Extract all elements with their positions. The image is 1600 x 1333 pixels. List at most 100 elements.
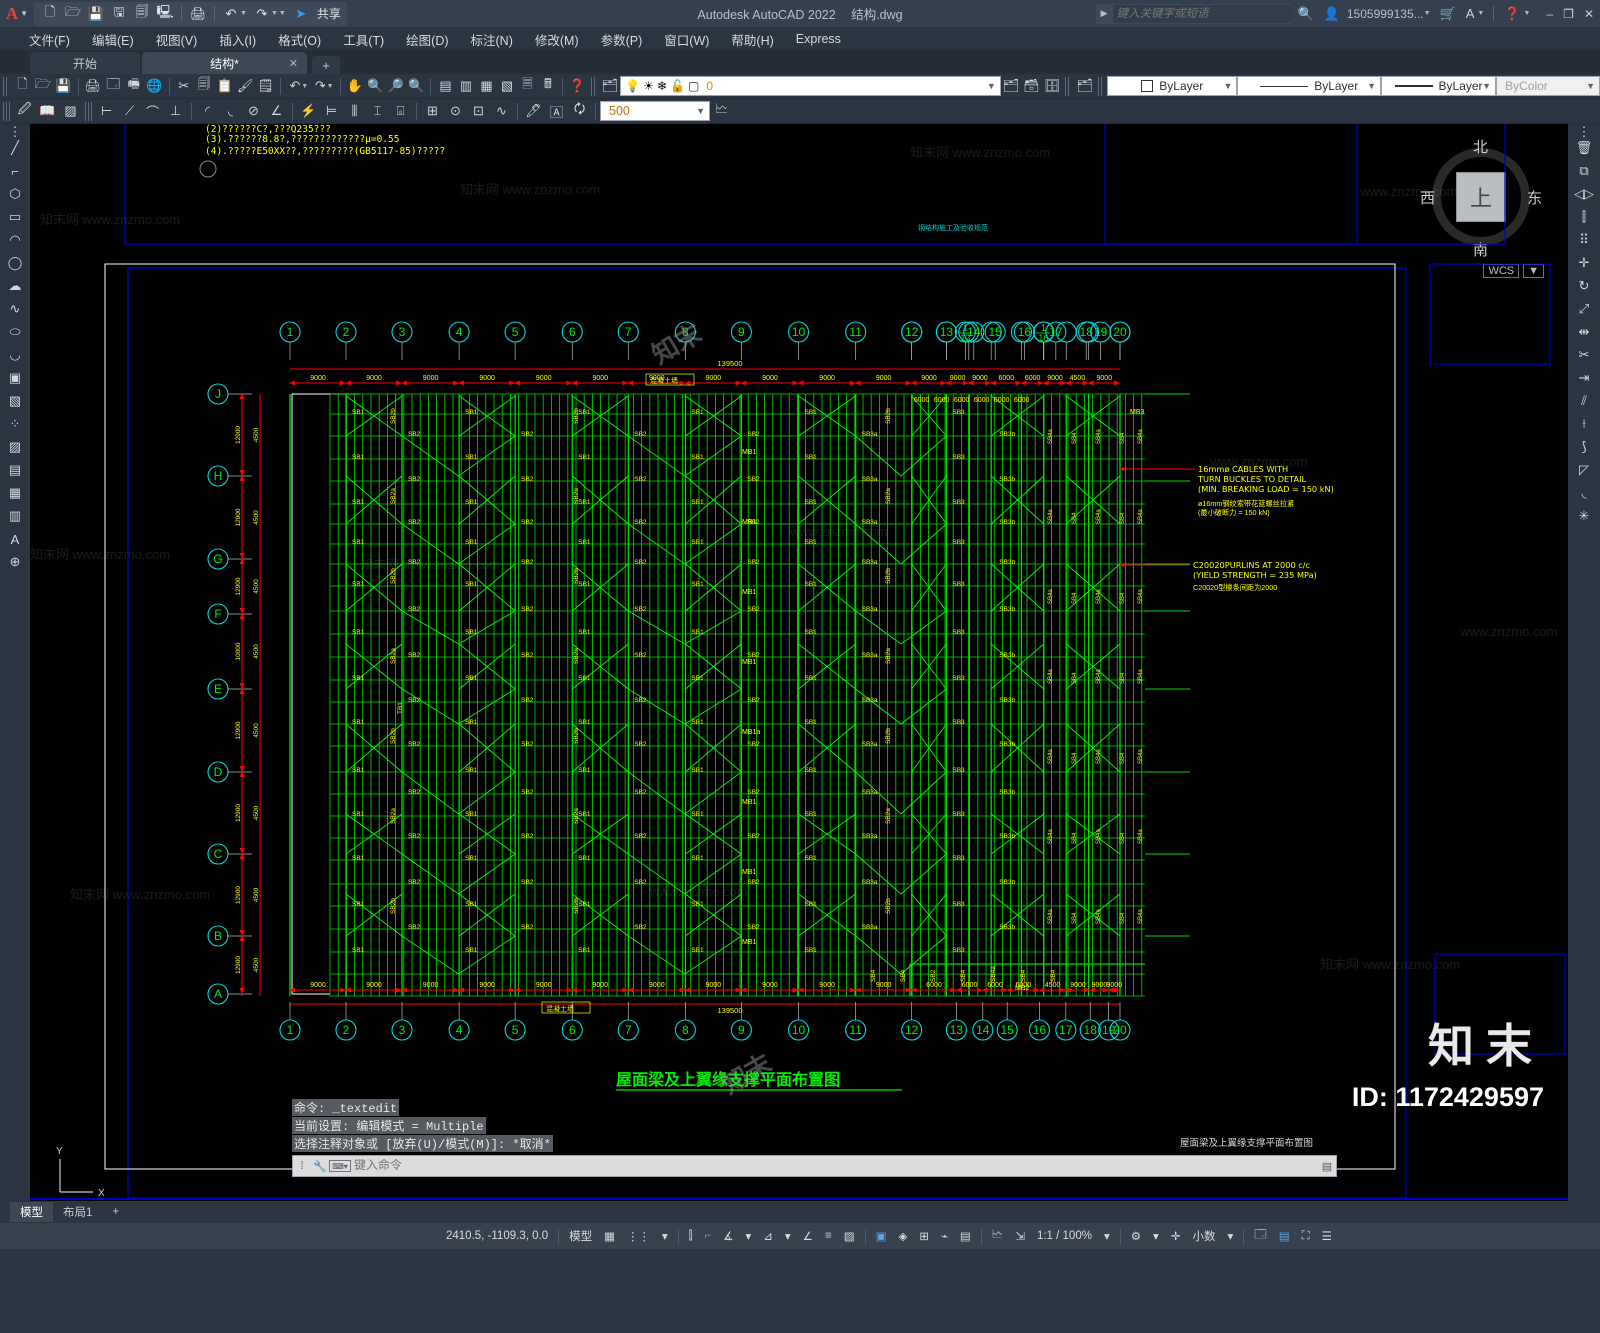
menu-help[interactable]: 帮助(H) [720, 30, 784, 49]
gradient-icon[interactable]: ▤ [3, 459, 27, 481]
chevron-down-icon[interactable]: ▾ [1147, 1229, 1165, 1243]
markup-icon[interactable]: 🗏 [517, 75, 537, 97]
polyline-icon[interactable]: ⌐ [3, 160, 27, 182]
layer-color-swatch[interactable]: ▢ [688, 79, 699, 93]
snap-icon[interactable]: ⋮⋮ [621, 1229, 656, 1243]
continue-dimension-icon[interactable]: ⫼ [343, 100, 366, 122]
ellipse-arc-icon[interactable]: ◡ [3, 344, 27, 366]
menu-modify[interactable]: 修改(M) [524, 30, 590, 49]
layout1-tab[interactable]: 布局1 [53, 1202, 102, 1222]
chamfer-icon[interactable]: ◸ [1572, 459, 1596, 481]
account-name[interactable]: 1505999135... [1347, 7, 1424, 21]
close-icon[interactable]: ✕ [289, 57, 298, 70]
minimize-button[interactable]: ‒ [1546, 7, 1553, 21]
transparency-icon[interactable]: ▨ [838, 1229, 861, 1243]
arc-length-dimension-icon[interactable]: ⌒ [141, 100, 164, 122]
infer-constraints-icon[interactable]: ⫿ [683, 1230, 699, 1243]
copy-object-icon[interactable]: ⧉ [1572, 160, 1596, 182]
menu-file[interactable]: 文件(F) [18, 30, 81, 49]
model-tab[interactable]: 模型 [10, 1202, 53, 1222]
toolbar-grip[interactable] [3, 101, 10, 121]
chevron-down-icon[interactable]: ▼ [1424, 10, 1431, 17]
chevron-down-icon[interactable]: ▾ [656, 1229, 674, 1243]
baseline-dimension-icon[interactable]: ⊨ [320, 100, 343, 122]
new-file-icon[interactable]: 🗋 [12, 75, 32, 97]
clean-screen-icon[interactable]: ⛶ [1296, 1230, 1316, 1243]
grid-icon[interactable]: ▦ [598, 1229, 621, 1243]
command-input[interactable] [354, 1159, 1318, 1173]
plot-icon[interactable]: 🖨 [188, 4, 208, 24]
move-icon[interactable]: ✛ [1572, 252, 1596, 274]
otrack-icon[interactable]: ∠ [797, 1229, 819, 1243]
diameter-dimension-icon[interactable]: ⊘ [242, 100, 265, 122]
selection-cycling-icon[interactable]: ▣ [870, 1229, 893, 1243]
chevron-down-icon[interactable]: ▾ [1098, 1229, 1116, 1243]
ortho-icon[interactable]: ⌐ [698, 1230, 717, 1242]
hatch-icon[interactable]: ▨ [3, 436, 27, 458]
lineweight-control[interactable]: ByLayer ▼ [1381, 76, 1497, 96]
make-object-layer-current-icon[interactable]: 🗂 [1074, 75, 1094, 97]
calculator-icon[interactable]: 🖩 [538, 75, 558, 97]
hatch-edit-icon[interactable]: ▨ [59, 100, 82, 122]
chevron-down-icon[interactable]: ▼ [1482, 81, 1491, 91]
autocad-logo-icon[interactable]: A ▼ [0, 4, 34, 24]
command-prompt-icon[interactable]: ⌨▾ [329, 1160, 351, 1172]
menu-parametric[interactable]: 参数(P) [590, 30, 654, 49]
layer-thaw-icon[interactable]: ☀ [643, 79, 654, 93]
search-icon[interactable]: 🔍 [1295, 6, 1317, 22]
dimension-text-edit-icon[interactable]: 🄰 [545, 100, 568, 122]
menu-insert[interactable]: 插入(I) [208, 30, 267, 49]
zoom-window-icon[interactable]: 🔎 [385, 75, 405, 97]
plot-icon[interactable]: 🖨 [83, 75, 103, 97]
break-at-point-icon[interactable]: ⫽ [1572, 390, 1596, 412]
aligned-dimension-icon[interactable]: ⟋ [118, 100, 141, 122]
user-account-icon[interactable]: 👤 [1321, 6, 1343, 22]
chevron-down-icon[interactable]: ▼ [1223, 81, 1232, 91]
publish-icon[interactable]: 🖷 [124, 75, 144, 97]
color-control[interactable]: ByLayer ▼ [1107, 76, 1238, 96]
redo-icon[interactable]: ↷ [252, 4, 272, 24]
save-icon[interactable]: 💾 [86, 4, 106, 24]
tab-start[interactable]: 开始 [30, 52, 140, 74]
menu-tools[interactable]: 工具(T) [332, 30, 395, 49]
sheet-set-icon[interactable]: ▧ [497, 75, 517, 97]
workspace-icon[interactable]: ⚙ [1125, 1229, 1147, 1243]
undo-icon[interactable]: ↶ [221, 4, 241, 24]
3d-osnap-icon[interactable]: ◈ [892, 1229, 913, 1243]
stretch-icon[interactable]: ⇹ [1572, 321, 1596, 343]
scale-icon[interactable]: ⤢ [1572, 298, 1596, 320]
layer-properties-icon[interactable]: 🗂 [600, 75, 620, 97]
polygon-icon[interactable]: ⬡ [3, 183, 27, 205]
inspection-icon[interactable]: ⊡ [467, 100, 490, 122]
help-search[interactable]: ▶ [1095, 3, 1291, 24]
hardware-acceleration-icon[interactable]: ▤ [1273, 1229, 1296, 1243]
edit-text-icon[interactable]: 🖉 [13, 100, 36, 122]
dynamic-input-icon[interactable]: ⌁ [935, 1229, 954, 1243]
tool-palettes-icon[interactable]: ▦ [476, 75, 496, 97]
properties-palette-icon[interactable]: ▤ [435, 75, 455, 97]
layer-control[interactable]: 💡 ☀ ❄ 🔓 ▢ 0 ▼ [620, 76, 1001, 96]
tab-structure[interactable]: 结构* ✕ [142, 52, 307, 74]
make-block-icon[interactable]: ▧ [3, 390, 27, 412]
zoom-previous-icon[interactable]: 🔍 [406, 75, 426, 97]
trim-icon[interactable]: ✂ [1572, 344, 1596, 366]
layer-match-icon[interactable]: 🗄 [1042, 75, 1062, 97]
chevron-down-icon[interactable]: ▾ [779, 1229, 797, 1243]
toolbar-grip[interactable] [3, 76, 10, 96]
chevron-down-icon[interactable]: ▼ [327, 83, 334, 90]
help-icon[interactable]: ❓ [567, 75, 587, 97]
new-file-icon[interactable]: 🗋 [40, 4, 60, 24]
quick-dimension-icon[interactable]: ⚡ [297, 100, 320, 122]
toolbar-grip[interactable] [1097, 76, 1105, 96]
copy-icon[interactable]: 🗐 [194, 75, 214, 97]
array-icon[interactable]: ⠿ [1572, 229, 1596, 251]
dynamic-ucs-icon[interactable]: ⊞ [913, 1229, 935, 1243]
table-icon[interactable]: ▥ [3, 505, 27, 527]
model-space-label[interactable]: 模型 [563, 1228, 598, 1244]
ellipse-icon[interactable]: ⬭ [3, 321, 27, 343]
chevron-down-icon[interactable]: ▼ [987, 81, 996, 91]
quick-properties-icon[interactable]: ▤ [954, 1229, 977, 1243]
layer-freeze-vp-icon[interactable]: ❄ [657, 79, 667, 93]
mirror-icon[interactable]: ◁▷ [1572, 183, 1596, 205]
designcenter-icon[interactable]: ▥ [456, 75, 476, 97]
